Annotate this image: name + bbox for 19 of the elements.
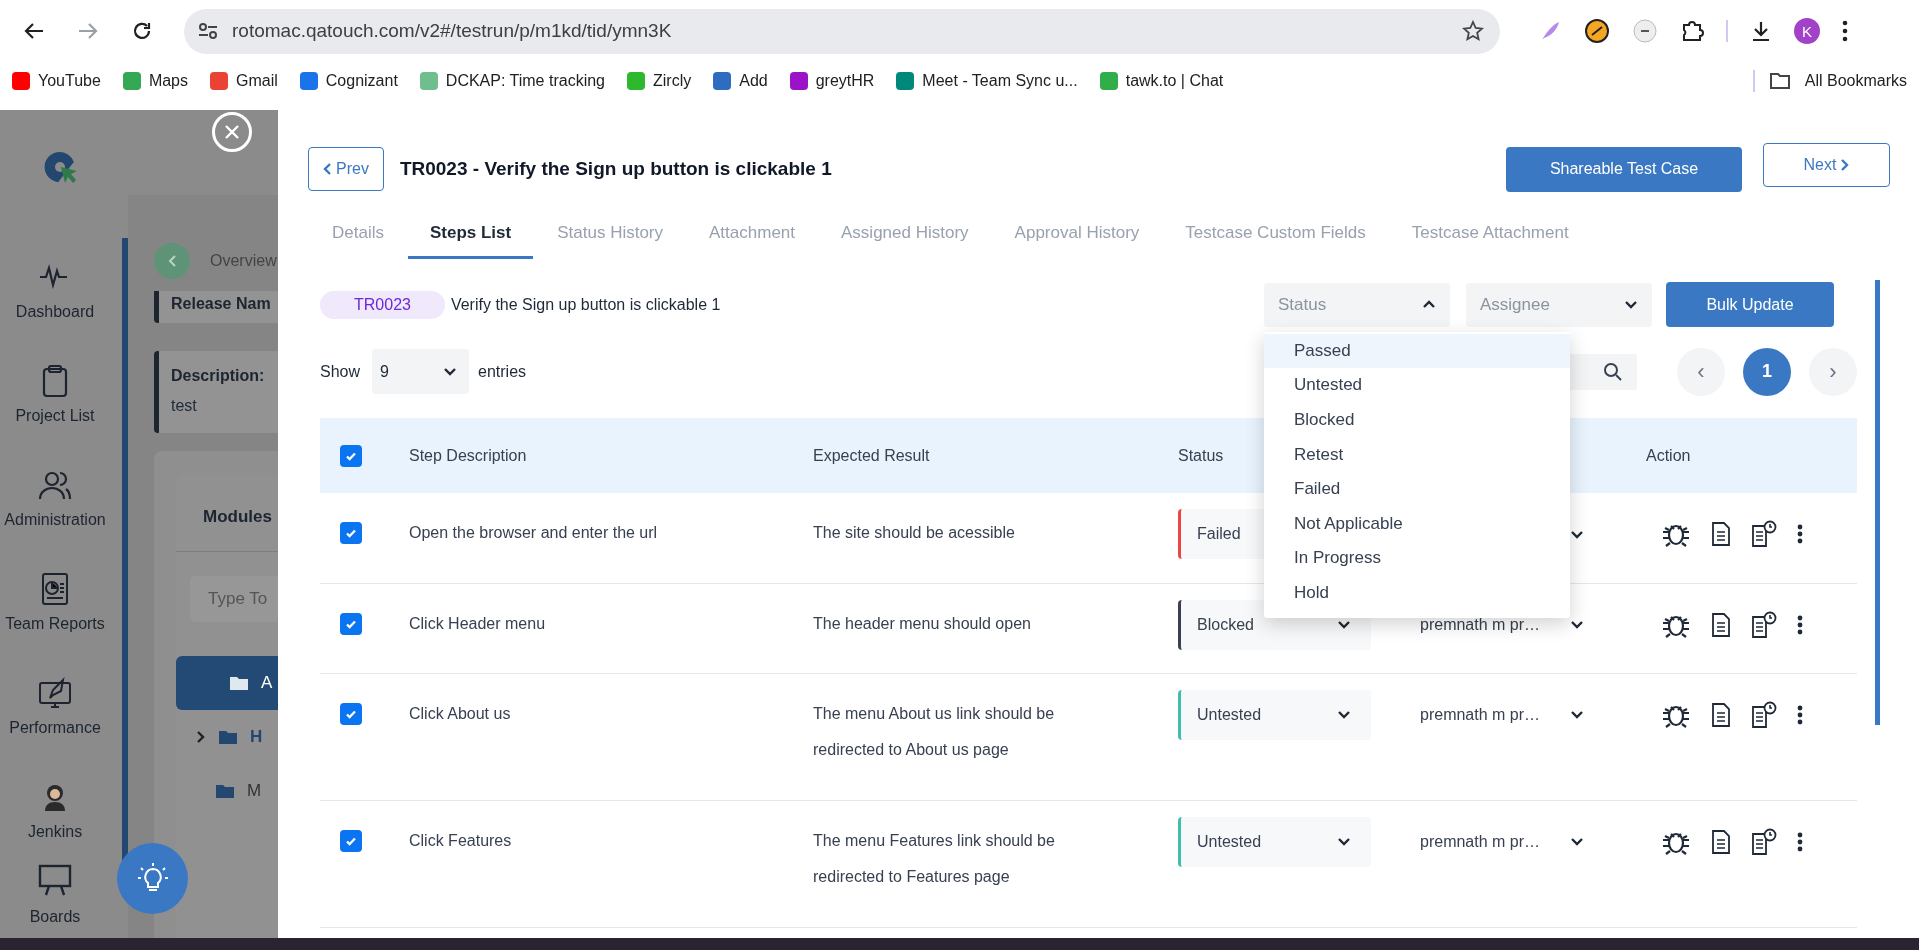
modal-title: TR0023 - Verify the Sign up button is clickable 1 bbox=[399, 158, 833, 180]
table-cell-text: The header menu should open bbox=[813, 613, 1032, 634]
table-cell-text: Open the browser and enter the url bbox=[409, 523, 659, 543]
column-header: Action bbox=[1646, 446, 1691, 464]
column-header: Step Description bbox=[409, 446, 527, 464]
table-cell-text: The menu Features link should be redirected to Features page bbox=[813, 830, 1056, 887]
case-id-badge: TR0023 bbox=[320, 290, 445, 319]
case-title: Verify the Sign up button is clickable 1 bbox=[450, 295, 722, 314]
column-header: Status bbox=[1178, 446, 1224, 464]
table-cell-text: The site should be acessible bbox=[813, 523, 1016, 543]
table-cell-text: Click Header menu bbox=[409, 613, 547, 634]
entries-label: entries bbox=[478, 362, 527, 381]
table-cell-text: The menu About us link should be redirected to About us page bbox=[813, 703, 1056, 760]
column-header: Expected Result bbox=[813, 446, 930, 464]
table-cell-text: Click Features bbox=[409, 830, 513, 851]
description-card: Description: test bbox=[154, 351, 278, 433]
table-cell-text: Click About us bbox=[409, 703, 512, 724]
release-card: Release Nam bbox=[154, 291, 278, 323]
show-label: Show bbox=[320, 362, 361, 381]
